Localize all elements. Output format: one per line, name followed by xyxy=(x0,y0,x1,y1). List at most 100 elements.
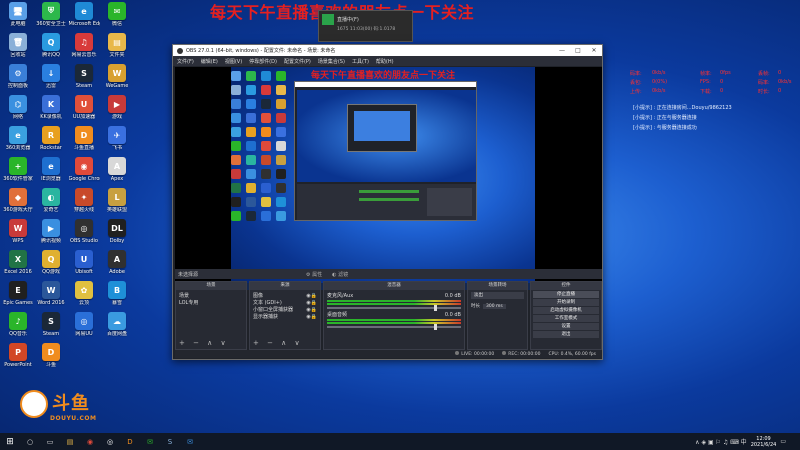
source-item[interactable]: 小窗口全屏捕获器 ◉🔒 xyxy=(253,306,317,314)
eye-lock-icon[interactable]: ◉🔒 xyxy=(306,314,317,320)
desktop-icon[interactable]: ▶ 游戏 xyxy=(101,95,133,126)
start-button[interactable]: ⊞ xyxy=(0,437,20,447)
desktop-icon[interactable]: ◉Google Chrome xyxy=(68,157,100,188)
desktop-icon[interactable]: W Word 2016 xyxy=(35,281,67,312)
desktop-icon[interactable]: A Adobe xyxy=(101,250,133,281)
notification-icon[interactable]: ▭ xyxy=(780,438,786,445)
desktop-icon[interactable]: ✿ 云顶 xyxy=(68,281,100,312)
desktop-icon[interactable]: S Steam xyxy=(35,312,67,343)
desktop-icon[interactable]: ✦ 穿越火线 xyxy=(68,188,100,219)
menu-profile[interactable]: 配置文件(P) xyxy=(284,58,311,65)
sources-footer-buttons[interactable]: + − ∧ ∨ xyxy=(253,339,303,347)
menu-edit[interactable]: 编辑(E) xyxy=(201,58,218,65)
desktop-icon[interactable]: W WeGame xyxy=(101,64,133,95)
eye-lock-icon[interactable]: ◉🔒 xyxy=(306,307,317,313)
desktop-icon[interactable]: ◐ 爱奇艺 xyxy=(35,188,67,219)
desktop-icon[interactable]: L 英雄联盟 xyxy=(101,188,133,219)
desktop-icon[interactable]: eMicrosoft Edge xyxy=(68,2,100,33)
menu-docks[interactable]: 停靠部件(D) xyxy=(249,58,277,65)
desktop-icon[interactable]: ♪ QQ音乐 xyxy=(2,312,34,343)
menu-tools[interactable]: 工具(T) xyxy=(352,58,369,65)
desktop-icon[interactable]: e IE浏览器 xyxy=(35,157,67,188)
desktop-icon[interactable]: K KK录像机 xyxy=(35,95,67,126)
desktop-icon[interactable]: D 斗鱼 xyxy=(35,343,67,374)
taskbar-wechat-icon[interactable]: ✉ xyxy=(142,436,158,448)
desktop-icon[interactable]: ▶ 腾讯视频 xyxy=(35,219,67,250)
maximize-button[interactable]: □ xyxy=(570,45,586,56)
menu-file[interactable]: 文件(F) xyxy=(177,58,194,65)
taskbar-task-view-icon[interactable]: ▭ xyxy=(42,436,58,448)
desktop-icon[interactable]: ◆ 360游戏大厅 xyxy=(2,188,34,219)
desktop-icon[interactable]: ♫ 网易云音乐 xyxy=(68,33,100,64)
volume-fader[interactable] xyxy=(327,324,461,330)
duration-input[interactable]: 300 ms xyxy=(483,303,506,309)
desktop-icon[interactable]: ✈ 飞书 xyxy=(101,126,133,157)
desktop-icon[interactable]: W WPS xyxy=(2,219,34,250)
desktop-icon[interactable]: ⌬ 网络 xyxy=(2,95,34,126)
tray-icons[interactable]: ∧ ◈ ▣ ⚐ ♫ ⌨ 中 xyxy=(695,437,747,446)
desktop-icon[interactable]: R Rockstar xyxy=(35,126,67,157)
desktop-icon[interactable]: ☁ 百度网盘 xyxy=(101,312,133,343)
menu-help[interactable]: 帮助(H) xyxy=(376,58,394,65)
virtual-camera-button[interactable]: 启动虚拟摄像机 xyxy=(533,307,599,314)
menu-view[interactable]: 视图(V) xyxy=(225,58,242,65)
desktop-icon[interactable]: +360软件管家 xyxy=(2,157,34,188)
taskbar-douyu-icon[interactable]: D xyxy=(122,436,138,448)
source-item[interactable]: 显示器捕获 ◉🔒 xyxy=(253,313,317,321)
settings-button[interactable]: 设置 xyxy=(533,323,599,330)
minimize-button[interactable]: — xyxy=(554,45,570,56)
source-item[interactable]: 图像 ◉🔒 xyxy=(253,292,317,300)
desktop-icon[interactable]: B 暴雪 xyxy=(101,281,133,312)
desktop-icon[interactable]: ◎ 网易UU xyxy=(68,312,100,343)
obs-window[interactable]: OBS 27.0.1 (64-bit, windows) - 配置文件: 未命名… xyxy=(172,44,603,360)
close-button[interactable]: ✕ xyxy=(586,45,602,56)
taskbar-obs-icon[interactable]: ◎ xyxy=(102,436,118,448)
desktop-icon[interactable]: Q QQ游戏 xyxy=(35,250,67,281)
desktop-icon[interactable]: D 斗鱼直播 xyxy=(68,126,100,157)
obs-titlebar[interactable]: OBS 27.0.1 (64-bit, windows) - 配置文件: 未命名… xyxy=(173,45,602,56)
nested-meter-1 xyxy=(359,190,419,193)
stop-streaming-button[interactable]: 停止直播 xyxy=(533,291,599,298)
filters-button[interactable]: ◐ 滤镜 xyxy=(332,271,348,278)
desktop-icon[interactable]: S Steam xyxy=(68,64,100,95)
eye-lock-icon[interactable]: ◉🔒 xyxy=(306,293,317,299)
eye-lock-icon[interactable]: ◉🔒 xyxy=(306,300,317,306)
start-recording-button[interactable]: 开始录制 xyxy=(533,299,599,306)
menu-scene-collection[interactable]: 场景集合(S) xyxy=(318,58,345,65)
desktop-icon[interactable]: ▤ 文件夹 xyxy=(101,33,133,64)
obs-preview[interactable]: 每天下午直播喜欢的朋友点一下关注 ➤ xyxy=(175,67,602,312)
taskbar-steam-icon[interactable]: S xyxy=(162,436,178,448)
source-item[interactable]: 文本 (GDI+) ◉🔒 xyxy=(253,299,317,307)
taskbar-chrome-icon[interactable]: ◉ xyxy=(82,436,98,448)
live-time: LIVE: 00:00:00 xyxy=(461,352,495,357)
taskbar-mail-icon[interactable]: ✉ xyxy=(182,436,198,448)
properties-button[interactable]: ⚙ 属性 xyxy=(306,271,322,278)
desktop-icon[interactable]: ✉ 微信 xyxy=(101,2,133,33)
taskbar-file-explorer-icon[interactable]: ▤ xyxy=(62,436,78,448)
desktop-icon[interactable]: X Excel 2016 xyxy=(2,250,34,281)
desktop-icon[interactable]: ↓ 迅雷 xyxy=(35,64,67,95)
scene-item[interactable]: LOL专用 xyxy=(179,299,243,306)
scene-item[interactable]: 场景 xyxy=(179,292,243,299)
desktop-icon[interactable]: 🖥 此电脑 xyxy=(2,2,34,33)
desktop-icon[interactable]: ◎ OBS Studio xyxy=(68,219,100,250)
stream-status-popup[interactable]: 直播中(F) 1675 11:03(00) 码:1.0178 xyxy=(318,10,413,42)
desktop-icon[interactable]: E Epic Games xyxy=(2,281,34,312)
exit-button[interactable]: 退出 xyxy=(533,331,599,338)
desktop-icon[interactable]: DL Dolby xyxy=(101,219,133,250)
clock[interactable]: 12:09 2021/6/24 xyxy=(751,436,777,448)
volume-fader[interactable] xyxy=(327,305,461,311)
scenes-footer-buttons[interactable]: + − ∧ ∨ xyxy=(179,339,229,347)
desktop-icon[interactable]: 🗑 回收站 xyxy=(2,33,34,64)
desktop-icon[interactable]: ⛨ 360安全卫士 xyxy=(35,2,67,33)
studio-mode-button[interactable]: 工作室模式 xyxy=(533,315,599,322)
desktop-icon[interactable]: P PowerPoint xyxy=(2,343,34,374)
transition-type-select[interactable]: 淡出 xyxy=(471,292,524,299)
desktop-icon[interactable]: A Apex xyxy=(101,157,133,188)
desktop-icon[interactable]: U Ubisoft xyxy=(68,250,100,281)
desktop-icon[interactable]: ⚙ 控制面板 xyxy=(2,64,34,95)
desktop-icon[interactable]: Q 腾讯QQ xyxy=(35,33,67,64)
desktop-icon[interactable]: U UU加速器 xyxy=(68,95,100,126)
taskbar-search-icon[interactable]: ○ xyxy=(22,436,38,448)
desktop-icon[interactable]: e 360浏览器 xyxy=(2,126,34,157)
